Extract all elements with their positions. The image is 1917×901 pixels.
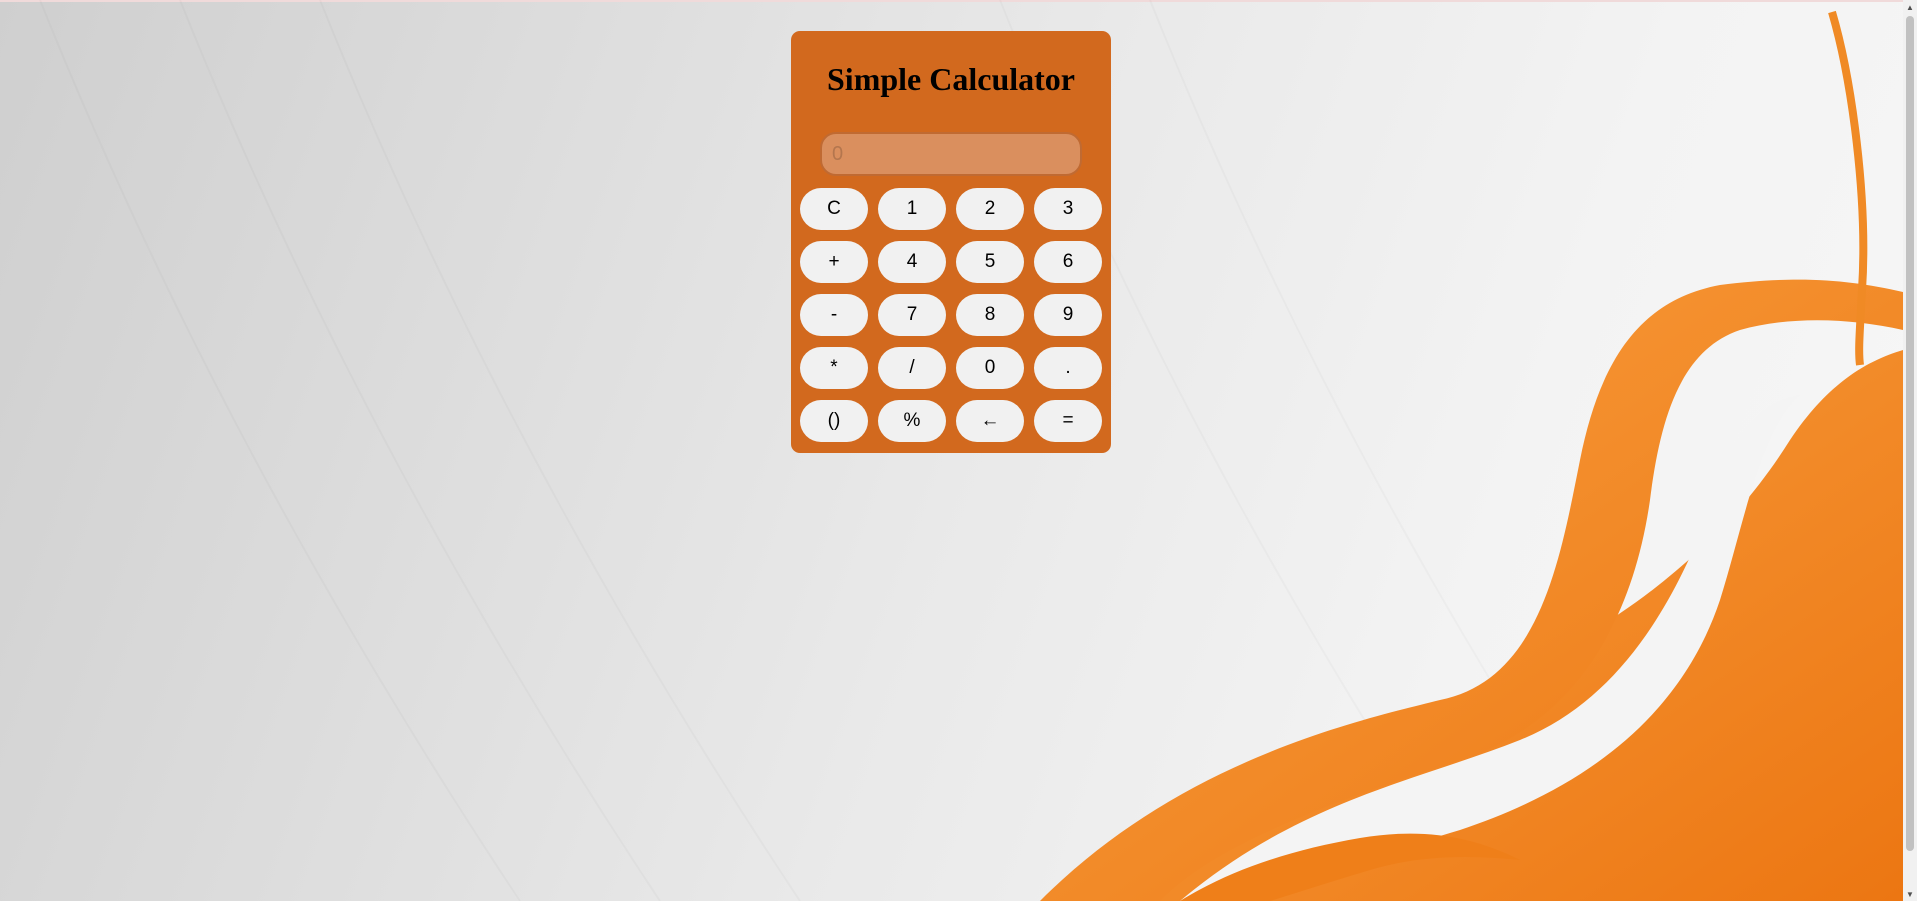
wave-upper-band: [1040, 279, 1903, 901]
digit-7-button[interactable]: 7: [878, 294, 946, 336]
parentheses-button[interactable]: (): [800, 400, 868, 442]
wave-lower-band: [1120, 350, 1903, 901]
digit-3-button[interactable]: 3: [1034, 188, 1102, 230]
digit-0-button[interactable]: 0: [956, 347, 1024, 389]
vertical-scrollbar[interactable]: ▲ ▼: [1903, 0, 1917, 901]
wave-bottom-strand: [1180, 833, 1520, 901]
calculator-title: Simple Calculator: [827, 61, 1075, 97]
divide-button[interactable]: /: [878, 347, 946, 389]
wave-thin-strand: [1828, 10, 1868, 366]
digit-2-button[interactable]: 2: [956, 188, 1024, 230]
triangle-up-icon[interactable]: ▲: [1903, 0, 1917, 14]
wave-white-ribbon: [1180, 395, 1800, 901]
digit-4-button[interactable]: 4: [878, 241, 946, 283]
subtract-button[interactable]: -: [800, 294, 868, 336]
digit-5-button[interactable]: 5: [956, 241, 1024, 283]
scrollbar-thumb[interactable]: [1906, 16, 1914, 851]
equals-button[interactable]: =: [1034, 400, 1102, 442]
clear-button[interactable]: C: [800, 188, 868, 230]
triangle-down-icon[interactable]: ▼: [1903, 887, 1917, 901]
calculator-panel: Simple Calculator C123 +456 -789 */0. ()%←=: [791, 31, 1111, 453]
add-button[interactable]: +: [800, 241, 868, 283]
backspace-button[interactable]: ←: [956, 400, 1024, 442]
page-top-border: [0, 0, 1917, 2]
digit-9-button[interactable]: 9: [1034, 294, 1102, 336]
display-input[interactable]: [820, 132, 1082, 176]
keypad: C 1 2 3 +4 5 6 -7 8 9 */0. ()% ← =: [800, 188, 1102, 442]
digit-1-button[interactable]: 1: [878, 188, 946, 230]
percent-button[interactable]: %: [878, 400, 946, 442]
digit-8-button[interactable]: 8: [956, 294, 1024, 336]
digit-6-button[interactable]: 6: [1034, 241, 1102, 283]
multiply-button[interactable]: *: [800, 347, 868, 389]
decimal-button[interactable]: .: [1034, 347, 1102, 389]
